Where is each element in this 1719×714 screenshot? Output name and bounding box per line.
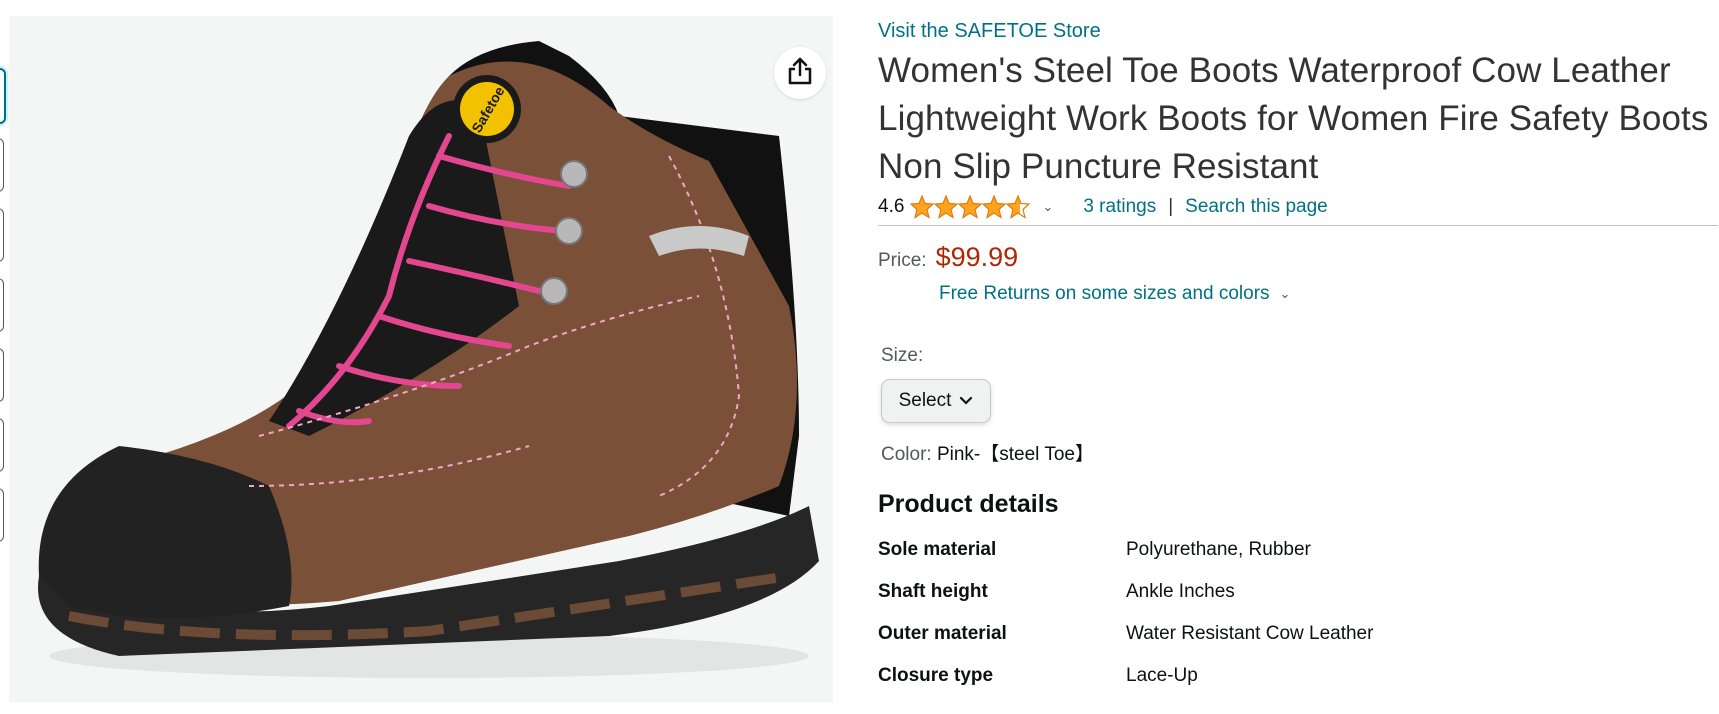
free-returns-label: Free Returns on some sizes and colors [939,283,1270,304]
thumbnail-4[interactable] [0,278,4,332]
store-link[interactable]: Visit the SAFETOE Store [878,16,1718,46]
star-icon [981,195,1007,219]
size-select[interactable]: Select [881,379,991,423]
details-value: Polyurethane, Rubber [1126,539,1311,560]
details-key: Sole material [878,539,997,560]
price-amount: $99.99 [935,242,1019,272]
details-key: Closure type [878,665,994,686]
thumbnail-2[interactable] [0,138,4,192]
rating-row: 4.6 ⌄ 3 ratings | Search this page [878,191,1718,226]
color-row: Color: Pink-【steel Toe】 [881,439,1718,466]
size-label: Size: [881,345,924,366]
star-icon [957,195,983,219]
price-row: Price: $99.99 [878,242,1718,273]
share-icon [786,56,814,91]
details-value: Lace-Up [1126,665,1198,686]
thumbnail-6[interactable] [0,418,4,472]
product-details-table: Sole material Polyurethane, Rubber Shaft… [878,539,1718,707]
details-row: Shaft height Ankle Inches [878,581,1718,623]
ratings-count-link[interactable]: 3 ratings [1083,196,1156,218]
color-value: Pink-【steel Toe】 [936,444,1094,465]
product-image[interactable]: Safetoe [9,16,833,702]
free-returns-link[interactable]: Free Returns on some sizes and colors ⌄ [939,283,1718,305]
details-row: Outer material Water Resistant Cow Leath… [878,623,1718,665]
product-info: Visit the SAFETOE Store Women's Steel To… [878,16,1718,707]
chevron-down-icon [959,393,973,409]
share-button[interactable] [774,47,826,99]
separator: | [1168,196,1174,217]
chevron-down-icon: ⌄ [1279,286,1291,301]
details-row: Sole material Polyurethane, Rubber [878,539,1718,581]
star-half-icon [1005,195,1031,219]
rating-value: 4.6 [878,196,905,217]
details-row: Closure type Lace-Up [878,665,1718,707]
details-value: Ankle Inches [1126,581,1235,602]
boot-illustration: Safetoe [38,41,819,678]
star-icon [910,195,935,219]
chevron-down-icon[interactable]: ⌄ [1042,199,1053,215]
details-key: Outer material [878,623,1007,644]
product-title: Women's Steel Toe Boots Waterproof Cow L… [878,51,1709,186]
search-page-link[interactable]: Search this page [1185,196,1328,218]
thumbnail-7[interactable] [0,488,4,542]
thumbnail-5[interactable] [0,348,4,402]
thumbnail-1[interactable] [0,68,6,124]
product-details-title: Product details [878,490,1059,518]
thumbnail-3[interactable] [0,208,4,262]
star-rating[interactable] [910,195,1032,219]
price-label: Price: [878,250,927,271]
color-label: Color: [881,444,932,465]
details-value: Water Resistant Cow Leather [1126,623,1374,644]
star-icon [933,195,959,219]
size-select-value: Select [898,390,952,411]
details-key: Shaft height [878,581,988,602]
